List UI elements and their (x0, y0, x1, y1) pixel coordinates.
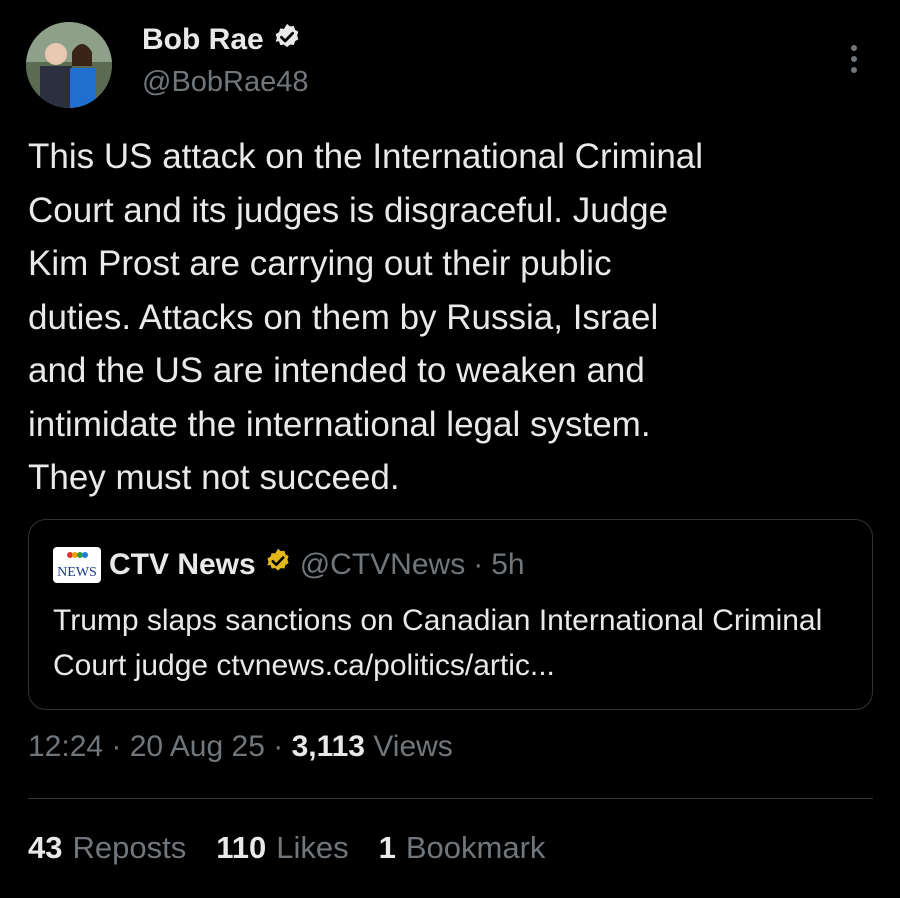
likes-stat[interactable]: 110 Likes (216, 830, 348, 866)
views-count: 3,113 (291, 730, 365, 763)
ctv-news-logo-icon: NEWS (53, 547, 101, 583)
reposts-label: Reposts (72, 830, 187, 865)
likes-count: 110 (216, 830, 267, 865)
separator-dot: · (273, 730, 292, 763)
verified-gold-badge-icon (264, 547, 292, 583)
engagement-stats: 43 Reposts 110 Likes 1 Bookmark (28, 830, 545, 866)
avatar-photo (26, 22, 112, 108)
bookmarks-label: Bookmark (405, 830, 546, 865)
quoted-tweet-text: Trump slaps sanctions on Canadian Intern… (53, 604, 823, 682)
author-display-name[interactable]: Bob Rae (142, 23, 264, 57)
divider (28, 798, 873, 799)
tweet-time[interactable]: 12:24 (28, 730, 103, 763)
likes-label: Likes (276, 830, 349, 865)
author-handle[interactable]: @BobRae48 (142, 66, 309, 99)
tweet-date[interactable]: 20 Aug 25 (130, 730, 265, 763)
reposts-count: 43 (28, 830, 63, 865)
timestamp-row: 12:24 · 20 Aug 25 · 3,113 Views (28, 730, 453, 764)
reposts-stat[interactable]: 43 Reposts (28, 830, 186, 866)
ctv-logo-text: NEWS (57, 565, 97, 580)
quoted-author-handle[interactable]: @CTVNews (300, 548, 465, 582)
quoted-tweet-age: 5h (491, 548, 525, 581)
separator-dot: · (111, 730, 130, 763)
quoted-author-name[interactable]: CTV News (109, 548, 256, 582)
tweet-text: This US attack on the International Crim… (28, 137, 704, 497)
verified-badge-icon (272, 22, 302, 57)
bookmarks-stat[interactable]: 1 Bookmark (379, 830, 546, 866)
views-label: Views (373, 730, 453, 763)
quoted-tweet-header: NEWS CTV News @CTVNews · 5h (53, 547, 525, 583)
avatar[interactable] (26, 22, 112, 108)
quoted-tweet-card[interactable]: NEWS CTV News @CTVNews · 5h Trump slaps … (28, 519, 873, 710)
more-vertical-icon[interactable] (842, 42, 866, 76)
bookmarks-count: 1 (378, 830, 396, 865)
separator-dot: · (473, 548, 484, 581)
author-name-row: Bob Rae (142, 22, 302, 57)
